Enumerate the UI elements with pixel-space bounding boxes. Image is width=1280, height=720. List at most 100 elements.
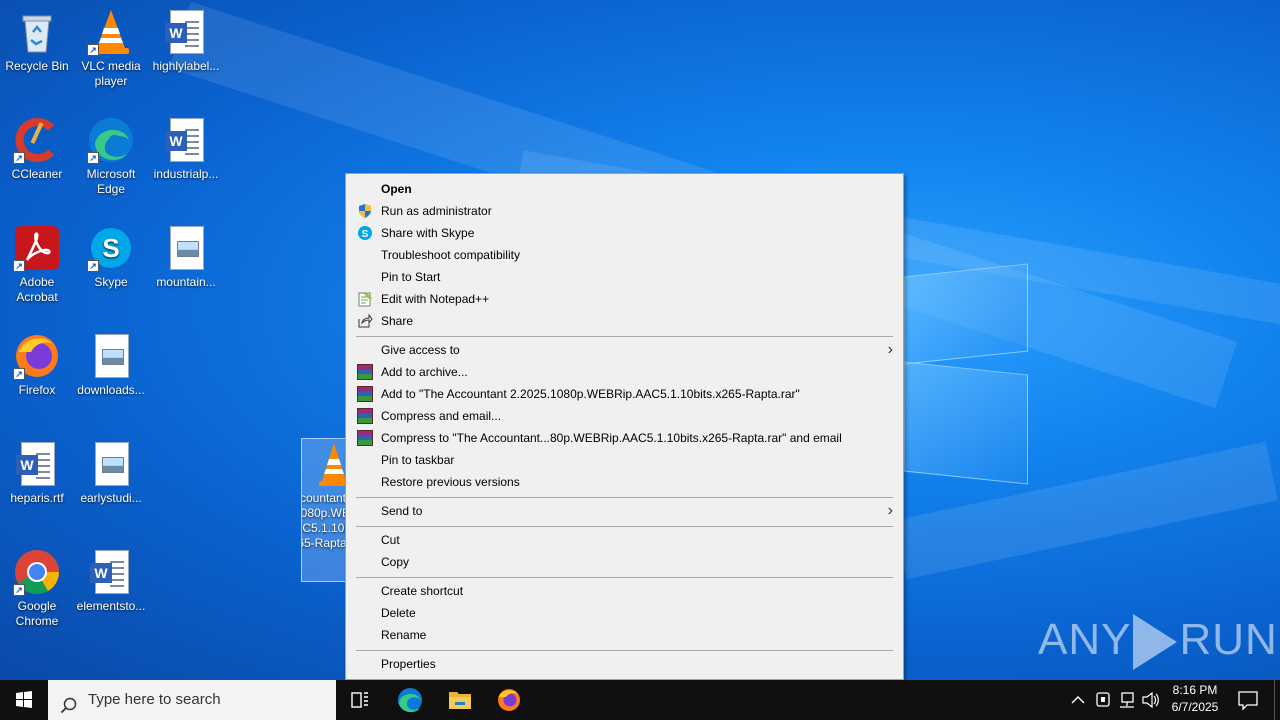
desktop-icon-industrialp[interactable]: W industrialp... — [150, 116, 222, 182]
notepadpp-icon — [357, 291, 373, 307]
desktop-icon-label: CCleaner — [11, 167, 63, 181]
desktop-icon-label: earlystudi... — [80, 491, 142, 505]
menu-item-give-access-to[interactable]: Give access to › — [348, 339, 901, 361]
edge-icon — [398, 688, 422, 713]
word-document-icon: W — [13, 440, 61, 488]
desktop-icon-label: heparis.rtf — [10, 491, 64, 505]
menu-item-share[interactable]: Share — [348, 310, 901, 332]
desktop-icon-google-chrome[interactable]: ↗ Google Chrome — [1, 548, 73, 629]
start-button[interactable] — [0, 680, 48, 720]
menu-item-properties[interactable]: Properties — [348, 653, 901, 675]
tray-volume-button[interactable] — [1140, 680, 1162, 720]
desktop-icon-label: Skype — [94, 275, 128, 289]
desktop-icon-label: Google Chrome — [15, 599, 59, 628]
chrome-icon: ↗ — [13, 548, 61, 596]
volume-icon — [1142, 691, 1159, 709]
winrar-icon — [357, 386, 373, 402]
menu-item-copy[interactable]: Copy — [348, 551, 901, 573]
ccleaner-icon: ↗ — [13, 116, 61, 164]
desktop-icon-label: mountain... — [156, 275, 216, 289]
recycle-bin-icon — [13, 8, 61, 56]
menu-item-add-to-rar[interactable]: Add to "The Accountant 2.2025.1080p.WEBR… — [348, 383, 901, 405]
desktop-icon-highlylabel[interactable]: W highlylabel... — [150, 8, 222, 74]
tray-device-button[interactable] — [1092, 680, 1114, 720]
desktop-icon-label: Adobe Acrobat — [16, 275, 58, 304]
desktop-icon-label: Firefox — [18, 383, 56, 397]
desktop-icon-label: Microsoft Edge — [86, 167, 136, 196]
desktop-icon-label: downloads... — [77, 383, 145, 397]
image-file-icon — [162, 224, 210, 272]
taskbar-edge-button[interactable] — [386, 680, 434, 720]
desktop-icon-vlc[interactable]: ↗ VLC media player — [75, 8, 147, 89]
show-desktop-button[interactable] — [1274, 680, 1280, 720]
context-menu: Open Run as administrator S Share with S… — [345, 173, 904, 680]
share-icon — [357, 313, 373, 329]
menu-item-pin-to-taskbar[interactable]: Pin to taskbar — [348, 449, 901, 471]
menu-item-open[interactable]: Open — [348, 178, 901, 200]
desktop-icon-elementsto[interactable]: W elementsto... — [75, 548, 147, 614]
menu-item-troubleshoot-compatibility[interactable]: Troubleshoot compatibility — [348, 244, 901, 266]
menu-item-share-with-skype[interactable]: S Share with Skype — [348, 222, 901, 244]
menu-item-cut[interactable]: Cut — [348, 529, 901, 551]
menu-separator — [356, 526, 893, 527]
action-center-button[interactable] — [1232, 680, 1264, 720]
firefox-icon — [498, 689, 520, 711]
menu-item-add-to-archive[interactable]: Add to archive... — [348, 361, 901, 383]
menu-item-run-as-administrator[interactable]: Run as administrator — [348, 200, 901, 222]
desktop-icon-heparis[interactable]: W heparis.rtf — [1, 440, 73, 506]
menu-item-rename[interactable]: Rename — [348, 624, 901, 646]
windows-logo-pane — [904, 361, 1028, 485]
tray-network-button[interactable] — [1116, 680, 1138, 720]
device-icon — [1096, 692, 1110, 707]
uac-shield-icon — [357, 203, 373, 219]
menu-item-restore-previous-versions[interactable]: Restore previous versions — [348, 471, 901, 493]
desktop-icon-skype[interactable]: S ↗ Skype — [75, 224, 147, 290]
taskbar-clock[interactable]: 8:16 PM 6/7/2025 — [1164, 682, 1226, 716]
firefox-icon: ↗ — [13, 332, 61, 380]
folder-icon — [449, 692, 471, 709]
desktop-icon-mountain[interactable]: mountain... — [150, 224, 222, 290]
desktop-icon-adobe-acrobat[interactable]: ↗ Adobe Acrobat — [1, 224, 73, 305]
image-file-icon — [87, 332, 135, 380]
menu-item-pin-to-start[interactable]: Pin to Start — [348, 266, 901, 288]
desktop-icon-label: industrialp... — [153, 167, 219, 181]
task-view-button[interactable] — [336, 680, 384, 720]
notification-icon — [1238, 691, 1258, 711]
menu-item-create-shortcut[interactable]: Create shortcut — [348, 580, 901, 602]
menu-separator — [356, 336, 893, 337]
desktop-icon-downloads[interactable]: downloads... — [75, 332, 147, 398]
desktop-icon-microsoft-edge[interactable]: ↗ Microsoft Edge — [75, 116, 147, 197]
network-icon — [1120, 692, 1134, 708]
menu-separator — [356, 650, 893, 651]
windows-logo-icon — [16, 691, 32, 708]
svg-text:S: S — [102, 233, 119, 263]
taskbar: Type here to search 8:16 PM 6/7/2025 — [0, 680, 1280, 720]
clock-date: 6/7/2025 — [1171, 700, 1219, 714]
word-document-icon: W — [162, 8, 210, 56]
menu-item-send-to[interactable]: Send to › — [348, 500, 901, 522]
taskbar-file-explorer-button[interactable] — [436, 680, 484, 720]
desktop-icon-recycle-bin[interactable]: Recycle Bin — [1, 8, 73, 74]
desktop-icon-label: VLC media player — [81, 59, 141, 88]
desktop-icon-earlystudi[interactable]: earlystudi... — [75, 440, 147, 506]
menu-item-compress-and-email[interactable]: Compress and email... — [348, 405, 901, 427]
chevron-right-icon: › — [887, 341, 893, 358]
winrar-icon — [357, 430, 373, 446]
desktop-icon-ccleaner[interactable]: ↗ CCleaner — [1, 116, 73, 182]
show-hidden-icons-button[interactable] — [1068, 680, 1088, 720]
desktop-icon-label: Recycle Bin — [5, 59, 69, 73]
search-placeholder: Type here to search — [88, 691, 221, 708]
menu-item-compress-to-rar-and-email[interactable]: Compress to "The Accountant...80p.WEBRip… — [348, 427, 901, 449]
menu-separator — [356, 577, 893, 578]
word-document-icon: W — [162, 116, 210, 164]
taskbar-search-box[interactable]: Type here to search — [48, 680, 336, 720]
menu-item-delete[interactable]: Delete — [348, 602, 901, 624]
taskbar-firefox-button[interactable] — [485, 680, 533, 720]
anyrun-watermark: ANY RUN — [1038, 608, 1278, 672]
menu-item-edit-with-notepadpp[interactable]: Edit with Notepad++ — [348, 288, 901, 310]
chevron-up-icon — [1071, 696, 1085, 704]
desktop-icon-label: highlylabel... — [152, 59, 220, 73]
desktop-icon-label: elementsto... — [76, 599, 146, 613]
desktop-icon-firefox[interactable]: ↗ Firefox — [1, 332, 73, 398]
search-icon — [60, 691, 78, 720]
